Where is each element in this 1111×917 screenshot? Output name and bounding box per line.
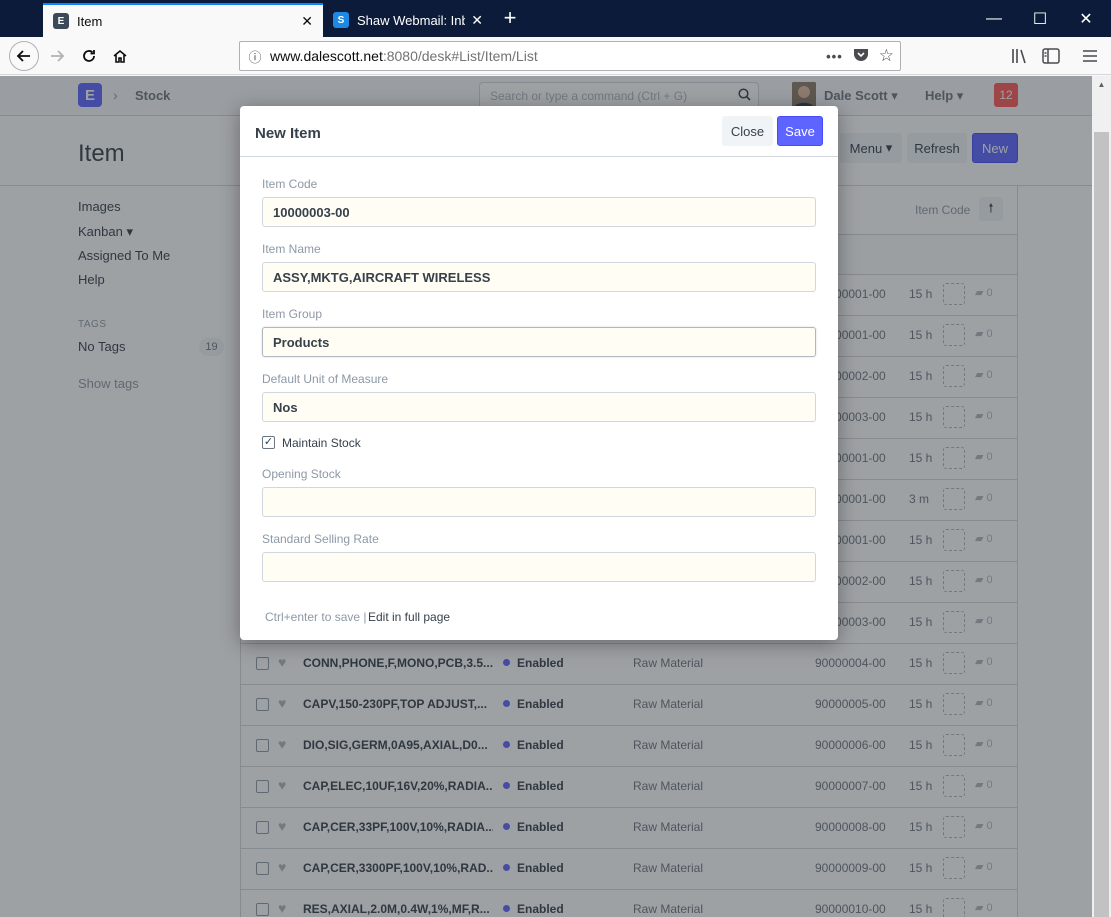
tab-shaw-webmail[interactable]: S Shaw Webmail: Inbox ✕ (323, 3, 493, 37)
save-shortcut-hint: Ctrl+enter to save | (265, 610, 367, 624)
item-name-label: Item Name (262, 242, 321, 256)
maintain-stock-label: Maintain Stock (282, 436, 361, 450)
modal-title: New Item (255, 125, 321, 142)
page-scrollbar[interactable]: ▲ (1092, 76, 1111, 917)
browser-tab-bar: E Item ✕ S Shaw Webmail: Inbox ✕ + — ☐ ✕ (0, 0, 1111, 37)
maintain-stock-checkbox[interactable]: ✓ (262, 436, 275, 449)
close-tab-icon[interactable]: ✕ (301, 14, 313, 28)
opening-stock-label: Opening Stock (262, 467, 341, 481)
tab-title: Item (77, 13, 103, 29)
reload-icon[interactable] (74, 41, 104, 71)
edit-full-page-link[interactable]: Edit in full page (368, 610, 450, 624)
scroll-thumb[interactable] (1094, 132, 1109, 917)
window-close-icon[interactable]: ✕ (1063, 0, 1109, 37)
url-bar[interactable]: ⓘ www.dalescott.net:8080/desk#List/Item/… (239, 41, 901, 71)
erpnext-favicon-icon: E (53, 13, 69, 29)
scroll-up-icon[interactable]: ▲ (1092, 76, 1111, 93)
info-icon[interactable]: ⓘ (240, 47, 270, 66)
close-button[interactable]: Close (722, 116, 773, 146)
opening-stock-field[interactable] (262, 487, 816, 517)
save-button[interactable]: Save (777, 116, 823, 146)
maximize-icon[interactable]: ☐ (1017, 0, 1063, 37)
new-tab-icon[interactable]: + (497, 6, 523, 32)
uom-label: Default Unit of Measure (262, 372, 389, 386)
uom-field[interactable] (262, 392, 816, 422)
pocket-icon[interactable] (853, 48, 869, 65)
tab-item[interactable]: E Item ✕ (43, 3, 323, 37)
item-group-label: Item Group (262, 307, 323, 321)
item-code-label: Item Code (262, 177, 318, 191)
minimize-icon[interactable]: — (971, 0, 1017, 37)
selling-rate-label: Standard Selling Rate (262, 532, 379, 546)
shaw-favicon-icon: S (333, 12, 349, 28)
tab-title: Shaw Webmail: Inbox (357, 12, 466, 28)
modal-header: New Item Close Save (240, 106, 838, 157)
hamburger-menu-icon[interactable] (1079, 45, 1101, 67)
back-icon[interactable] (9, 41, 39, 71)
library-icon[interactable] (1009, 45, 1031, 67)
item-code-field[interactable] (262, 197, 816, 227)
selling-rate-field[interactable] (262, 552, 816, 582)
forward-icon[interactable] (42, 41, 72, 71)
bookmark-star-icon[interactable]: ☆ (879, 46, 894, 66)
browser-nav-bar: ⓘ www.dalescott.net:8080/desk#List/Item/… (0, 37, 1111, 75)
item-name-field[interactable] (262, 262, 816, 292)
new-item-dialog: New Item Close Save Item Code Item Name … (240, 106, 838, 640)
sidebar-toggle-icon[interactable] (1040, 45, 1062, 67)
item-group-field[interactable] (262, 327, 816, 357)
close-tab-icon[interactable]: ✕ (471, 13, 483, 27)
home-icon[interactable] (105, 41, 135, 71)
url-text: www.dalescott.net:8080/desk#List/Item/Li… (270, 48, 538, 64)
more-actions-icon[interactable]: ••• (826, 49, 843, 64)
